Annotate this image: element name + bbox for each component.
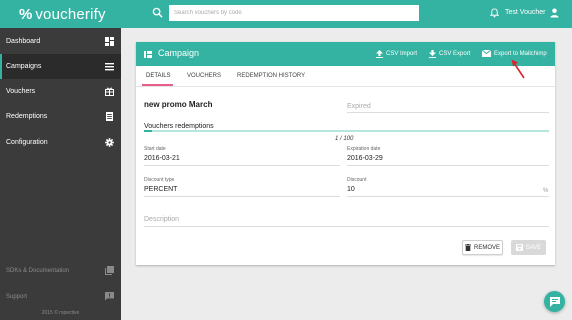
mail-icon	[482, 50, 491, 57]
tab-vouchers[interactable]: VOUCHERS	[187, 66, 221, 86]
redemptions-label: Vouchers redemptions	[144, 123, 214, 130]
expiration-date-underline	[347, 165, 549, 166]
document-icon	[106, 112, 113, 121]
gear-icon	[105, 138, 114, 147]
csv-import-button[interactable]: CSV Import	[376, 50, 417, 58]
library-icon	[105, 266, 114, 275]
tab-label: REDEMPTION HISTORY	[237, 73, 306, 79]
sidebar-item-dashboard[interactable]: Dashboard	[0, 29, 121, 54]
download-icon	[429, 50, 436, 58]
tab-details[interactable]: DETAILS	[146, 66, 171, 86]
list-icon	[105, 63, 114, 71]
upload-icon	[376, 50, 383, 58]
status-underline	[347, 112, 549, 113]
active-tab-indicator	[142, 84, 173, 86]
sidebar-item-label: SDKs & Documentation	[6, 267, 70, 274]
mailchimp-label: Export to Mailchimp	[494, 50, 547, 57]
top-bar: % voucherify Test Voucher	[0, 0, 572, 28]
discount-type-underline	[144, 196, 340, 197]
description-field[interactable]: Description	[144, 216, 179, 223]
discount-type-select[interactable]: PERCENT	[144, 186, 177, 193]
search-input[interactable]	[169, 5, 419, 21]
csv-export-button[interactable]: CSV Export	[429, 50, 470, 58]
percent-unit: %	[543, 188, 549, 194]
csv-import-label: CSV Import	[386, 51, 418, 57]
discount-label: Discount	[347, 177, 367, 183]
save-button[interactable]: SAVE	[511, 240, 546, 255]
sidebar-item-label: Campaigns	[6, 63, 42, 70]
start-date-label: Start date	[144, 146, 166, 152]
campaign-card: Campaign CSV Import CSV Export Export to…	[136, 42, 555, 265]
card-title: Campaign	[158, 48, 200, 58]
sidebar-item-label: Configuration	[6, 139, 48, 146]
sidebar: Dashboard Campaigns Vouchers Redemptions…	[0, 28, 121, 320]
user-icon[interactable]	[550, 8, 559, 18]
user-name[interactable]: Test Voucher	[505, 9, 545, 16]
sidebar-item-support[interactable]: Support	[0, 284, 121, 309]
discount-underline	[347, 196, 549, 197]
status-badge: Expired	[347, 103, 371, 110]
sidebar-item-label: Dashboard	[6, 38, 41, 45]
sidebar-item-campaigns[interactable]: Campaigns	[0, 54, 121, 79]
redemptions-progress-fill	[144, 130, 153, 132]
sidebar-item-label: Redemptions	[6, 113, 48, 120]
save-icon	[515, 244, 523, 251]
search-icon[interactable]	[152, 7, 163, 18]
logo-mark: %	[19, 5, 33, 23]
redemptions-progress-bar	[144, 130, 549, 132]
tab-label: DETAILS	[146, 73, 171, 79]
annotation-arrow-icon	[511, 59, 525, 79]
remove-button[interactable]: REMOVE	[462, 240, 503, 255]
chat-icon	[549, 296, 560, 307]
csv-export-label: CSV Export	[439, 51, 471, 57]
tab-label: VOUCHERS	[187, 73, 222, 79]
save-label: SAVE	[525, 244, 542, 251]
expiration-date-field[interactable]: 2016-03-29	[347, 155, 383, 162]
redemptions-count: 1 / 100	[335, 136, 354, 142]
sidebar-item-label: Support	[6, 293, 28, 300]
trash-icon	[464, 244, 471, 251]
sidebar-item-redemptions[interactable]: Redemptions	[0, 104, 121, 129]
expiration-date-label: Expiration date	[347, 146, 381, 152]
sidebar-item-label: Vouchers	[6, 88, 36, 95]
chat-button[interactable]	[544, 291, 565, 312]
card-header: Campaign CSV Import CSV Export Export to…	[136, 42, 555, 66]
grid-icon	[105, 37, 114, 46]
sidebar-item-sdks-documentation[interactable]: SDKs & Documentation	[0, 258, 121, 283]
tab-redemption-history[interactable]: REDEMPTION HISTORY	[237, 66, 305, 86]
description-underline	[144, 226, 549, 227]
feedback-icon	[105, 292, 114, 301]
logo-text: voucherify	[35, 5, 106, 23]
start-date-underline	[144, 165, 340, 166]
sidebar-item-vouchers[interactable]: Vouchers	[0, 79, 121, 104]
start-date-field[interactable]: 2016-03-21	[144, 155, 180, 162]
discount-type-label: Discount type	[144, 177, 175, 183]
remove-label: REMOVE	[473, 244, 500, 251]
discount-input[interactable]: 10	[347, 186, 355, 193]
notification-bell-icon[interactable]	[490, 8, 499, 18]
copyright-text: 2015 © rspective	[41, 310, 80, 316]
brand-logo[interactable]: % voucherify	[19, 4, 106, 24]
export-to-mailchimp-button[interactable]: Export to Mailchimp	[482, 50, 547, 57]
campaign-list-icon	[144, 51, 152, 58]
gift-icon	[105, 87, 114, 96]
voucher-name: new promo March	[144, 100, 213, 109]
tab-bar: DETAILS VOUCHERS REDEMPTION HISTORY	[136, 66, 555, 87]
sidebar-item-configuration[interactable]: Configuration	[0, 130, 121, 155]
